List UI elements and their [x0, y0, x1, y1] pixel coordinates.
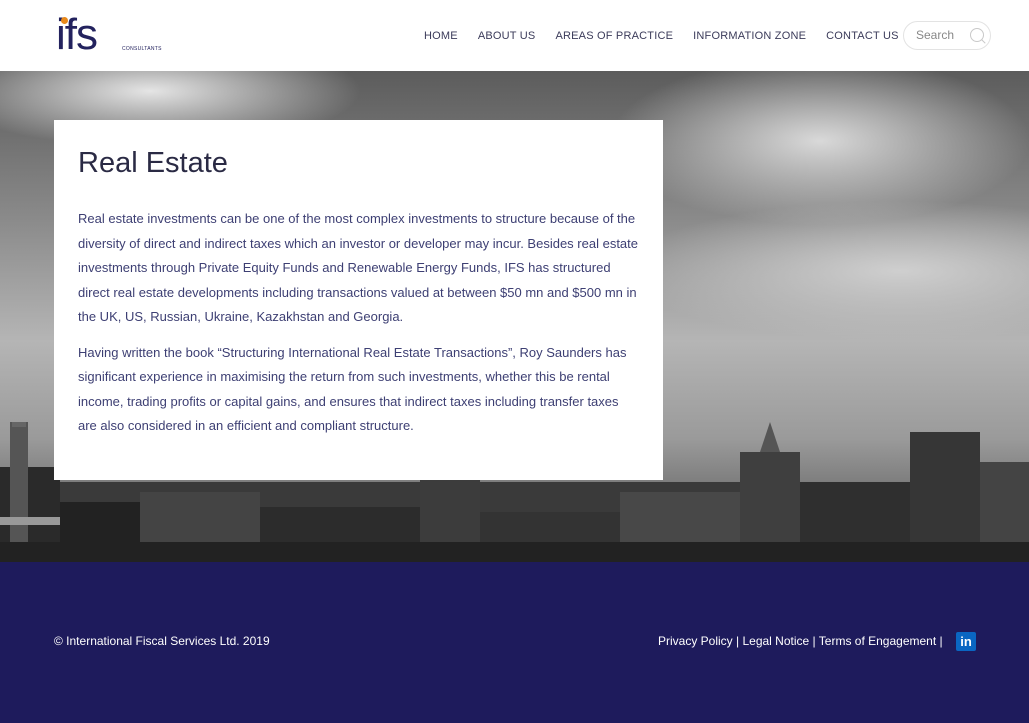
- logo-subtitle: CONSULTANTS: [122, 46, 162, 52]
- privacy-policy-link[interactable]: Privacy Policy: [658, 634, 733, 648]
- nav-information-zone[interactable]: INFORMATION ZONE: [693, 30, 806, 42]
- footer-links: Privacy Policy | Legal Notice | Terms of…: [658, 634, 943, 648]
- ifs-logo[interactable]: ifs CONSULTANTS: [56, 10, 176, 60]
- site-header: ifs CONSULTANTS HOME ABOUT US AREAS OF P…: [0, 0, 1029, 71]
- terms-of-engagement-link[interactable]: Terms of Engagement: [819, 634, 936, 648]
- link-separator: |: [809, 634, 819, 648]
- legal-notice-link[interactable]: Legal Notice: [742, 634, 809, 648]
- experience-paragraph: Having written the book “Structuring Int…: [78, 344, 627, 434]
- nav-home[interactable]: HOME: [424, 30, 458, 42]
- search-icon[interactable]: [970, 28, 984, 42]
- search-box: [903, 21, 991, 50]
- site-footer: © International Fiscal Services Ltd. 201…: [0, 562, 1029, 723]
- content-card: Real Estate Real estate investments can …: [54, 120, 663, 480]
- copyright-text: © International Fiscal Services Ltd. 201…: [54, 634, 270, 648]
- logo-dot: [61, 17, 68, 24]
- nav-about-us[interactable]: ABOUT US: [478, 30, 536, 42]
- linkedin-icon[interactable]: in: [956, 632, 976, 651]
- hero-banner: Real Estate Real estate investments can …: [0, 71, 1029, 562]
- main-nav: HOME ABOUT US AREAS OF PRACTICE INFORMAT…: [424, 30, 919, 42]
- nav-areas-of-practice[interactable]: AREAS OF PRACTICE: [555, 30, 673, 42]
- search-input[interactable]: [916, 28, 968, 42]
- link-separator: |: [732, 634, 743, 648]
- link-separator: |: [936, 634, 943, 648]
- nav-contact-us[interactable]: CONTACT US: [826, 30, 899, 42]
- intro-paragraph: Real estate investments can be one of th…: [78, 211, 638, 324]
- page-title: Real Estate: [78, 147, 228, 179]
